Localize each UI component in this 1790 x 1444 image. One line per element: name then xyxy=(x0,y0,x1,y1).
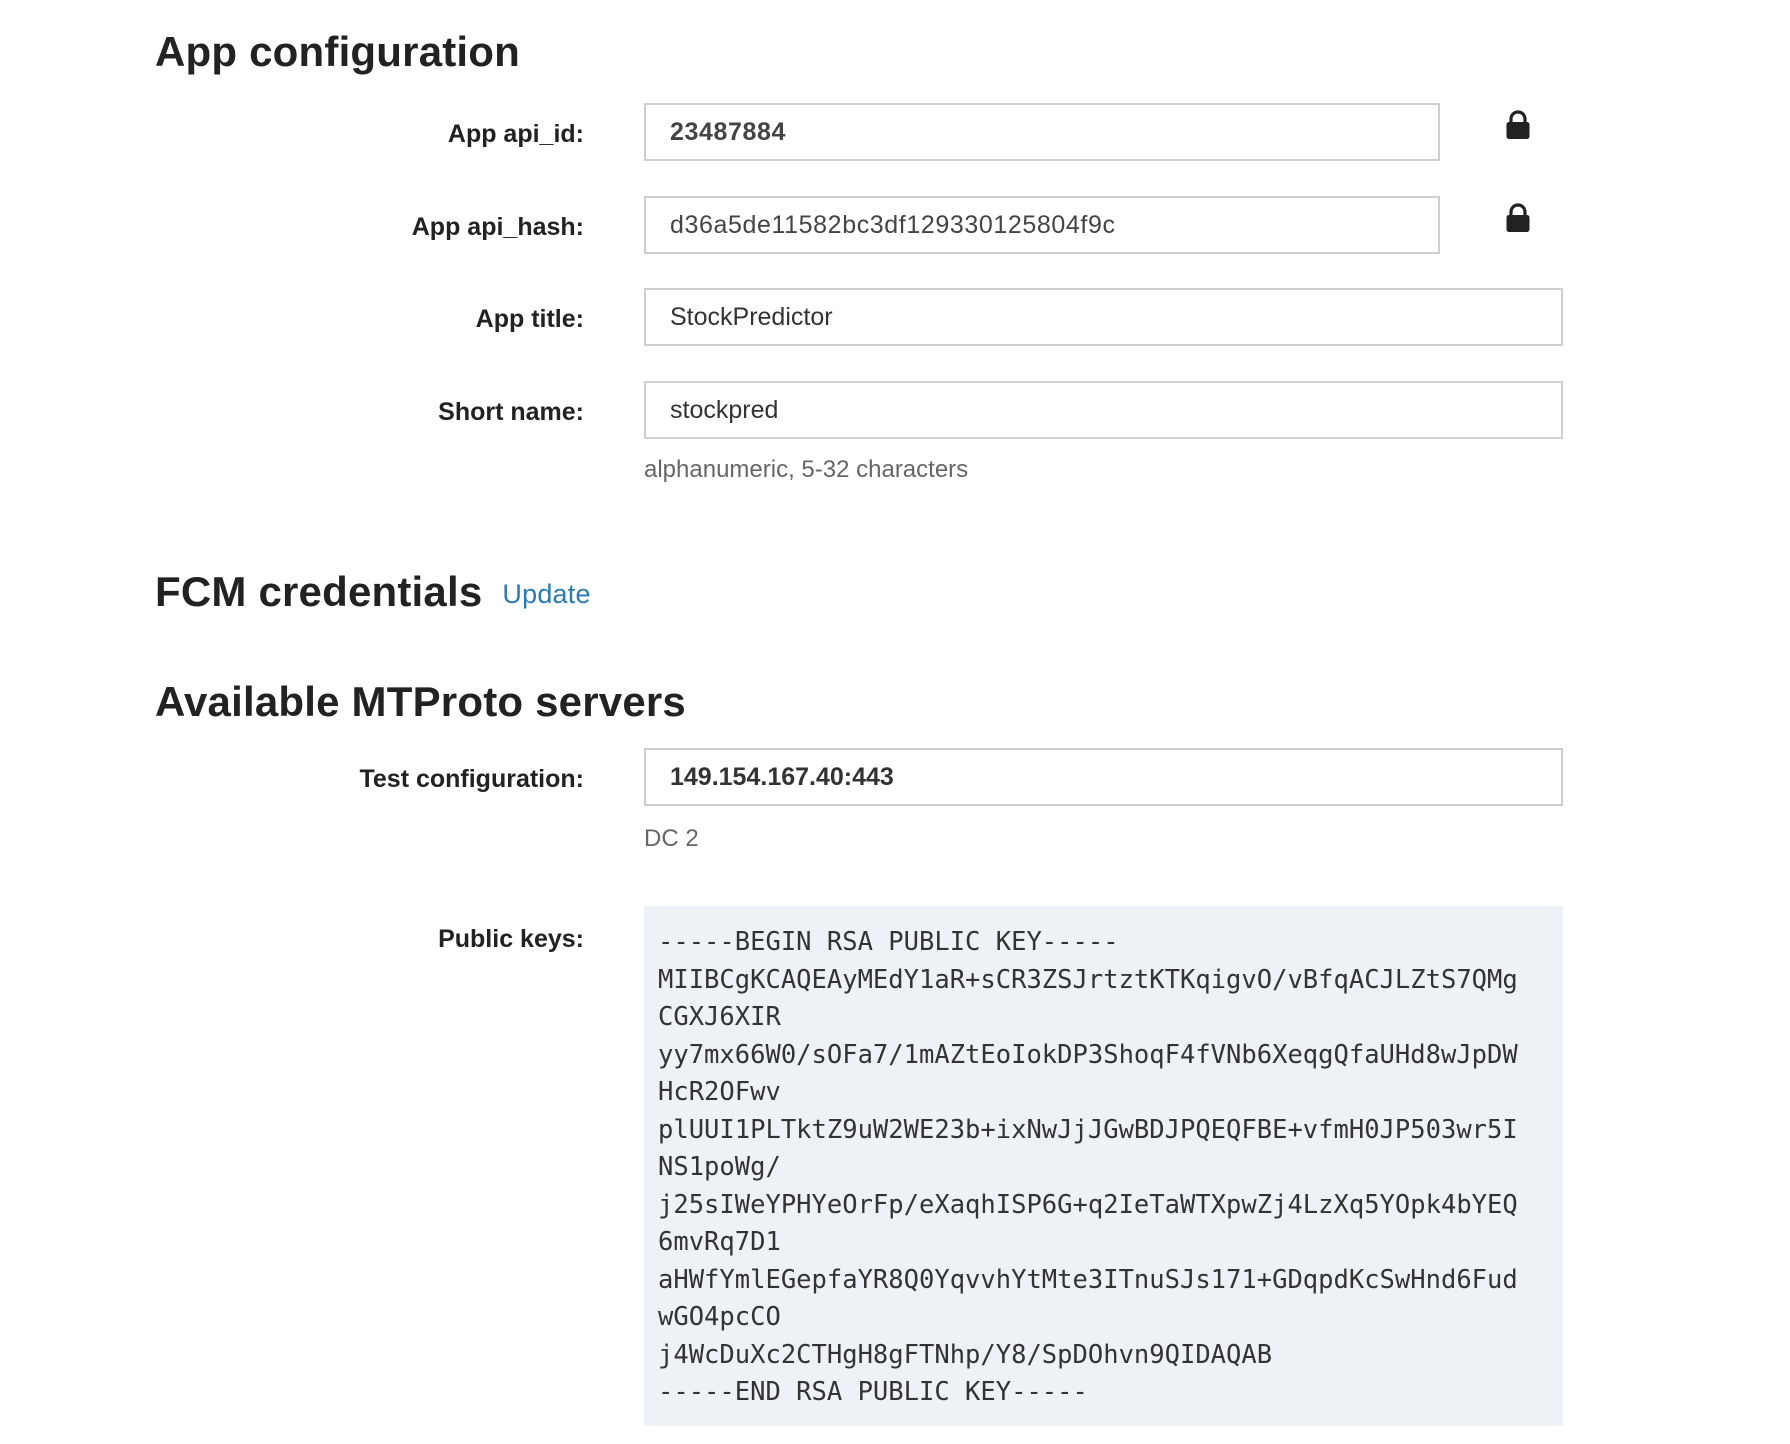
mtproto-servers-title: Available MTProto servers xyxy=(155,678,686,725)
public-keys-label: Public keys: xyxy=(438,925,584,953)
api-hash-field[interactable]: d36a5de11582bc3df129330125804f9c xyxy=(644,196,1440,254)
dc-hint: DC 2 xyxy=(644,825,699,852)
update-link[interactable]: Update xyxy=(502,579,590,609)
short-name-label: Short name: xyxy=(438,398,584,426)
lock-icon xyxy=(1506,110,1530,139)
fcm-credentials-heading: FCM credentials Update xyxy=(155,568,591,616)
fcm-credentials-title: FCM credentials xyxy=(155,568,483,615)
test-configuration-label: Test configuration: xyxy=(359,765,584,793)
app-configuration-title: App configuration xyxy=(155,28,521,75)
api-id-label: App api_id: xyxy=(447,120,584,148)
lock-icon xyxy=(1506,203,1530,232)
api-id-field[interactable]: 23487884 xyxy=(644,103,1440,161)
app-title-input[interactable]: StockPredictor xyxy=(644,288,1563,346)
test-configuration-field[interactable]: 149.154.167.40:443 xyxy=(644,748,1563,806)
app-title-value: StockPredictor xyxy=(670,302,833,331)
short-name-value: stockpred xyxy=(670,395,779,424)
app-title-label: App title: xyxy=(475,305,584,333)
short-name-hint: alphanumeric, 5-32 characters xyxy=(644,456,969,483)
api-hash-value: d36a5de11582bc3df129330125804f9c xyxy=(670,210,1116,239)
api-id-value: 23487884 xyxy=(670,117,787,146)
public-keys-block[interactable]: -----BEGIN RSA PUBLIC KEY----- MIIBCgKCA… xyxy=(644,906,1563,1426)
short-name-input[interactable]: stockpred xyxy=(644,381,1563,439)
app-configuration-page: App configuration App api_id: 23487884 A… xyxy=(0,0,1790,1444)
test-configuration-value: 149.154.167.40:443 xyxy=(670,762,894,791)
api-hash-label: App api_hash: xyxy=(411,213,584,241)
